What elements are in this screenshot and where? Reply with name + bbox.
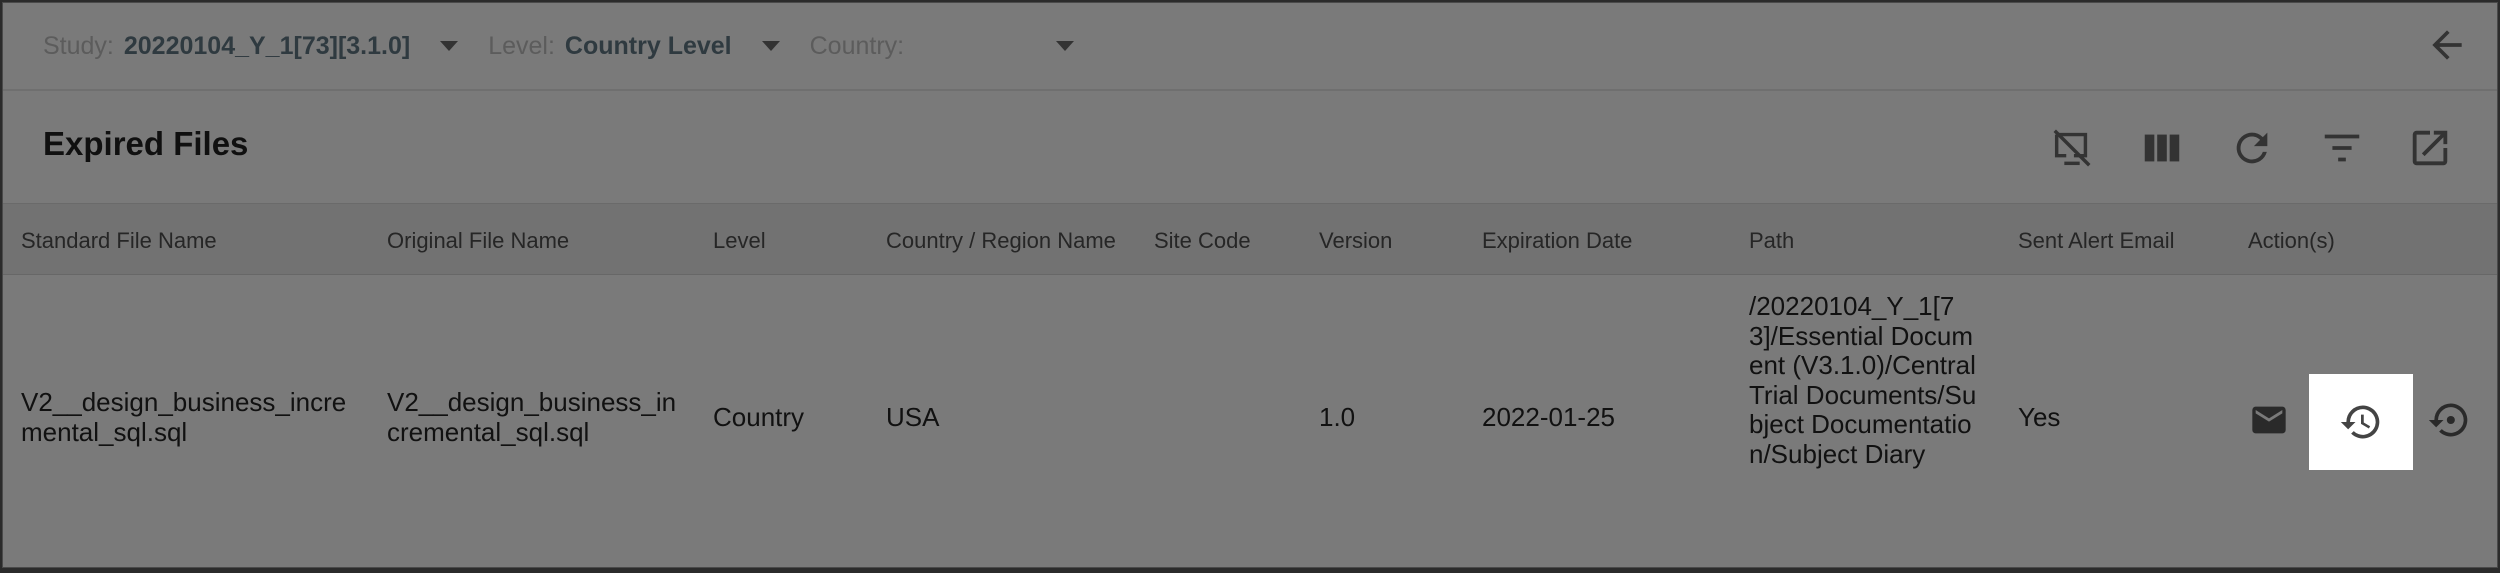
table-row[interactable]: V2__design_business_incremental_sql.sql … — [3, 274, 2497, 567]
export-icon[interactable] — [2407, 125, 2453, 171]
cell-sent-alert-email: Yes — [2018, 402, 2061, 432]
page-title: Expired Files — [43, 125, 249, 162]
cell-country-region: USA — [886, 402, 940, 432]
email-icon[interactable] — [2249, 400, 2289, 440]
hide-display-icon[interactable] — [2049, 125, 2095, 171]
filter-icon[interactable] — [2319, 125, 2365, 171]
expired-files-panel: Study: 20220104_Y_1[73][3.1.0] Level: Co… — [2, 2, 2498, 568]
chevron-down-icon[interactable] — [1056, 41, 1075, 51]
column-header: Action(s) — [2248, 228, 2335, 253]
study-label: Study: — [43, 31, 114, 60]
history-button[interactable] — [2309, 374, 2413, 470]
refresh-icon[interactable] — [2229, 125, 2275, 171]
study-value: 20220104_Y_1[73][3.1.0] — [123, 31, 411, 60]
column-header[interactable]: Site Code — [1154, 228, 1251, 254]
level-value: Country Level — [564, 31, 732, 60]
restore-icon[interactable] — [2427, 398, 2471, 442]
table-header: Standard File Name Original File Name Le… — [3, 203, 2497, 275]
level-label: Level: — [488, 31, 555, 60]
filter-bar: Study: 20220104_Y_1[73][3.1.0] Level: Co… — [3, 3, 2497, 91]
chevron-down-icon[interactable] — [440, 41, 459, 51]
column-header[interactable]: Version — [1319, 228, 1392, 254]
cell-expiration-date: 2022-01-25 — [1482, 402, 1615, 432]
cell-original-file-name: V2__design_business_incremental_sql.sql — [387, 387, 677, 447]
title-bar: Expired Files — [3, 91, 2497, 203]
column-header[interactable]: Standard File Name — [21, 228, 217, 254]
history-icon[interactable] — [2339, 400, 2383, 444]
back-arrow-icon[interactable] — [2425, 23, 2469, 67]
cell-path: /20220104_Y_1[73]/Essential Document (V3… — [1749, 291, 1977, 469]
level-select[interactable]: Level: Country Level — [488, 32, 809, 61]
column-header[interactable]: Path — [1749, 228, 1794, 254]
cell-version: 1.0 — [1319, 402, 1356, 432]
column-header[interactable]: Level — [713, 228, 766, 254]
column-header[interactable]: Country / Region Name — [886, 228, 1116, 254]
cell-standard-file-name: V2__design_business_incremental_sql.sql — [21, 387, 347, 447]
column-header[interactable]: Sent Alert Email — [2018, 228, 2175, 254]
columns-icon[interactable] — [2139, 125, 2185, 171]
country-select[interactable]: Country: — [810, 32, 1104, 61]
chevron-down-icon[interactable] — [761, 41, 780, 51]
cell-level: Country — [713, 402, 805, 432]
country-label: Country: — [809, 31, 905, 60]
study-select[interactable]: Study: 20220104_Y_1[73][3.1.0] — [43, 32, 488, 61]
column-header[interactable]: Original File Name — [387, 228, 569, 254]
column-header[interactable]: Expiration Date — [1482, 228, 1632, 254]
